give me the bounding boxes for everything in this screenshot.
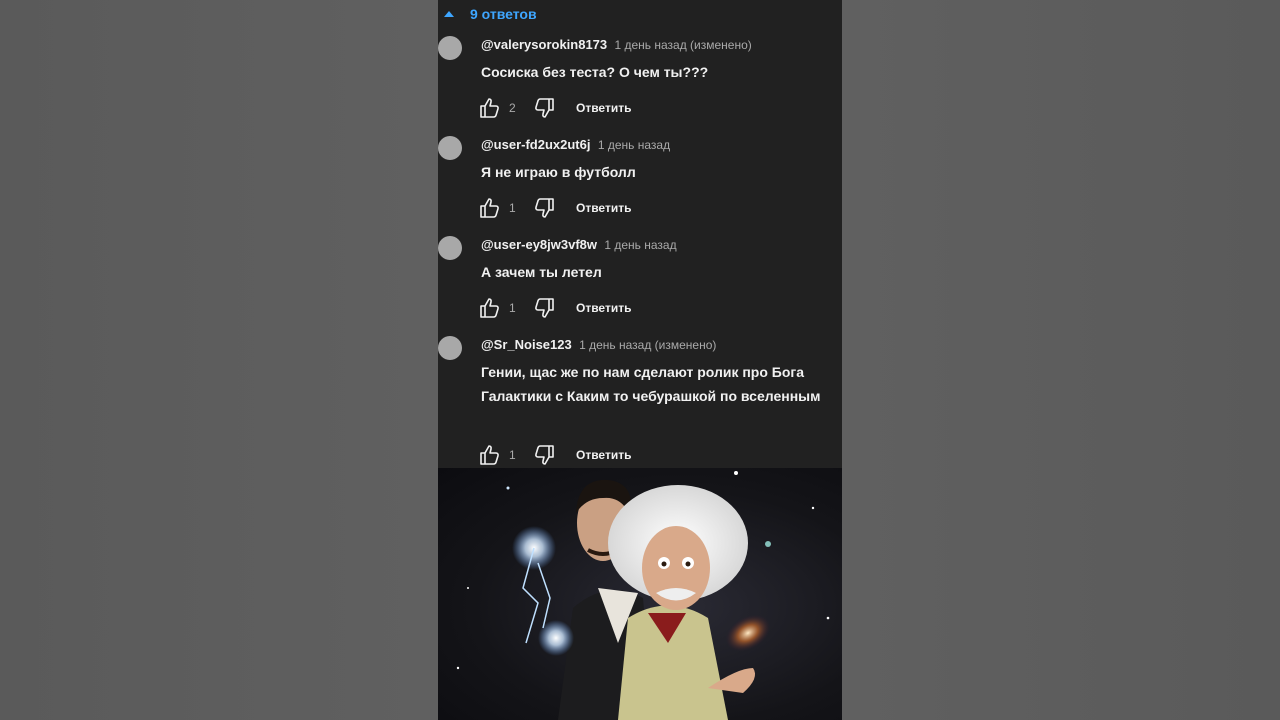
comment-actions: 2 Ответить bbox=[478, 96, 631, 120]
thumbs-down-icon[interactable] bbox=[532, 96, 556, 120]
comment-author[interactable]: @user-ey8jw3vf8w bbox=[481, 237, 597, 252]
thumbs-down-icon[interactable] bbox=[532, 196, 556, 220]
comment-text: Я не играю в футболл bbox=[481, 164, 636, 180]
avatar[interactable] bbox=[438, 336, 462, 360]
comment-text: Сосиска без теста? О чем ты??? bbox=[481, 64, 709, 80]
thumbs-down-icon[interactable] bbox=[532, 443, 556, 467]
reply-button[interactable]: Ответить bbox=[576, 301, 631, 315]
avatar[interactable] bbox=[438, 136, 462, 160]
like-count: 1 bbox=[509, 201, 516, 215]
thumbs-up-icon[interactable] bbox=[478, 196, 502, 220]
reply-button[interactable]: Ответить bbox=[576, 201, 631, 215]
comment-author[interactable]: @Sr_Noise123 bbox=[481, 337, 572, 352]
comment-time[interactable]: 1 день назад bbox=[598, 138, 670, 152]
comment-actions: 1 Ответить bbox=[478, 196, 631, 220]
comment-header: @Sr_Noise123 1 день назад (изменено) bbox=[481, 337, 716, 352]
comment-header: @valerysorokin8173 1 день назад (изменен… bbox=[481, 37, 752, 52]
comment-actions: 1 Ответить bbox=[478, 296, 631, 320]
comment-header: @user-fd2ux2ut6j 1 день назад bbox=[481, 137, 670, 152]
avatar[interactable] bbox=[438, 236, 462, 260]
comment-author[interactable]: @valerysorokin8173 bbox=[481, 37, 607, 52]
comment-text: А зачем ты летел bbox=[481, 264, 602, 280]
thumbs-down-icon[interactable] bbox=[532, 296, 556, 320]
comment-time[interactable]: 1 день назад bbox=[604, 238, 676, 252]
right-backdrop bbox=[842, 0, 1280, 720]
thumbs-up-icon[interactable] bbox=[478, 96, 502, 120]
like-count: 1 bbox=[509, 301, 516, 315]
reply-button[interactable]: Ответить bbox=[576, 448, 631, 462]
like-count: 2 bbox=[509, 101, 516, 115]
replies-count-label: 9 ответов bbox=[470, 6, 537, 22]
comment-time[interactable]: 1 день назад (изменено) bbox=[579, 338, 716, 352]
replies-toggle[interactable]: 9 ответов bbox=[438, 0, 842, 28]
thumbs-up-icon[interactable] bbox=[478, 296, 502, 320]
comment-header: @user-ey8jw3vf8w 1 день назад bbox=[481, 237, 677, 252]
comment-time[interactable]: 1 день назад (изменено) bbox=[614, 38, 751, 52]
comment-text: Гении, щас же по нам сделают ролик про Б… bbox=[481, 364, 821, 404]
like-count: 1 bbox=[509, 448, 516, 462]
reply-button[interactable]: Ответить bbox=[576, 101, 631, 115]
shorts-comment-panel: 9 ответов @valerysorokin8173 1 день наза… bbox=[438, 0, 842, 720]
avatar[interactable] bbox=[438, 36, 462, 60]
thumbs-up-icon[interactable] bbox=[478, 443, 502, 467]
comment-author[interactable]: @user-fd2ux2ut6j bbox=[481, 137, 590, 152]
left-backdrop bbox=[0, 0, 438, 720]
caret-up-icon bbox=[444, 11, 454, 17]
comment-actions: 1 Ответить bbox=[478, 443, 631, 467]
caricature-illustration bbox=[456, 471, 830, 720]
tesla-einstein-caricature-image bbox=[438, 468, 842, 720]
